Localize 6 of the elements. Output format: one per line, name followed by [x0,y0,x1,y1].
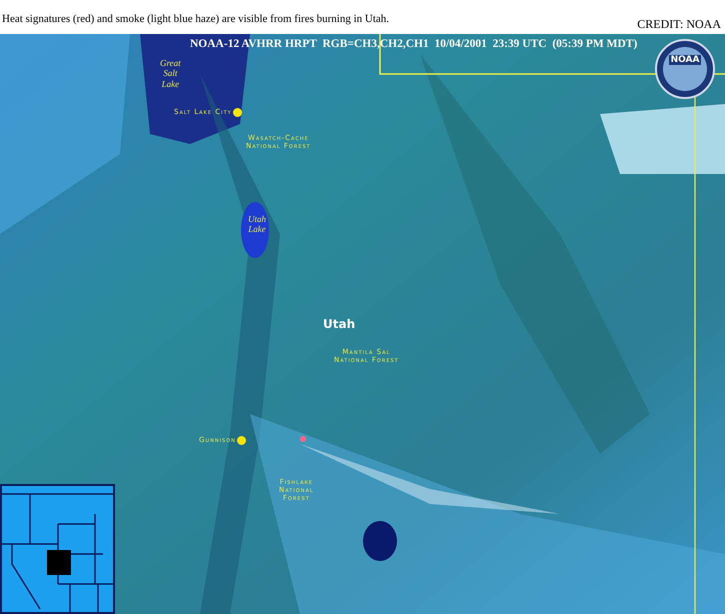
state-label: Utah [323,318,356,332]
lake-label: Great Salt Lake [160,58,181,90]
logo-text: NOAA [668,55,702,65]
caption: Heat signatures (red) and smoke (light blue haze) are visible from fires burning in Utah. [2,13,390,25]
lake-label: Utah Lake [248,214,266,235]
credit-text: CREDIT: NOAA [637,17,721,32]
